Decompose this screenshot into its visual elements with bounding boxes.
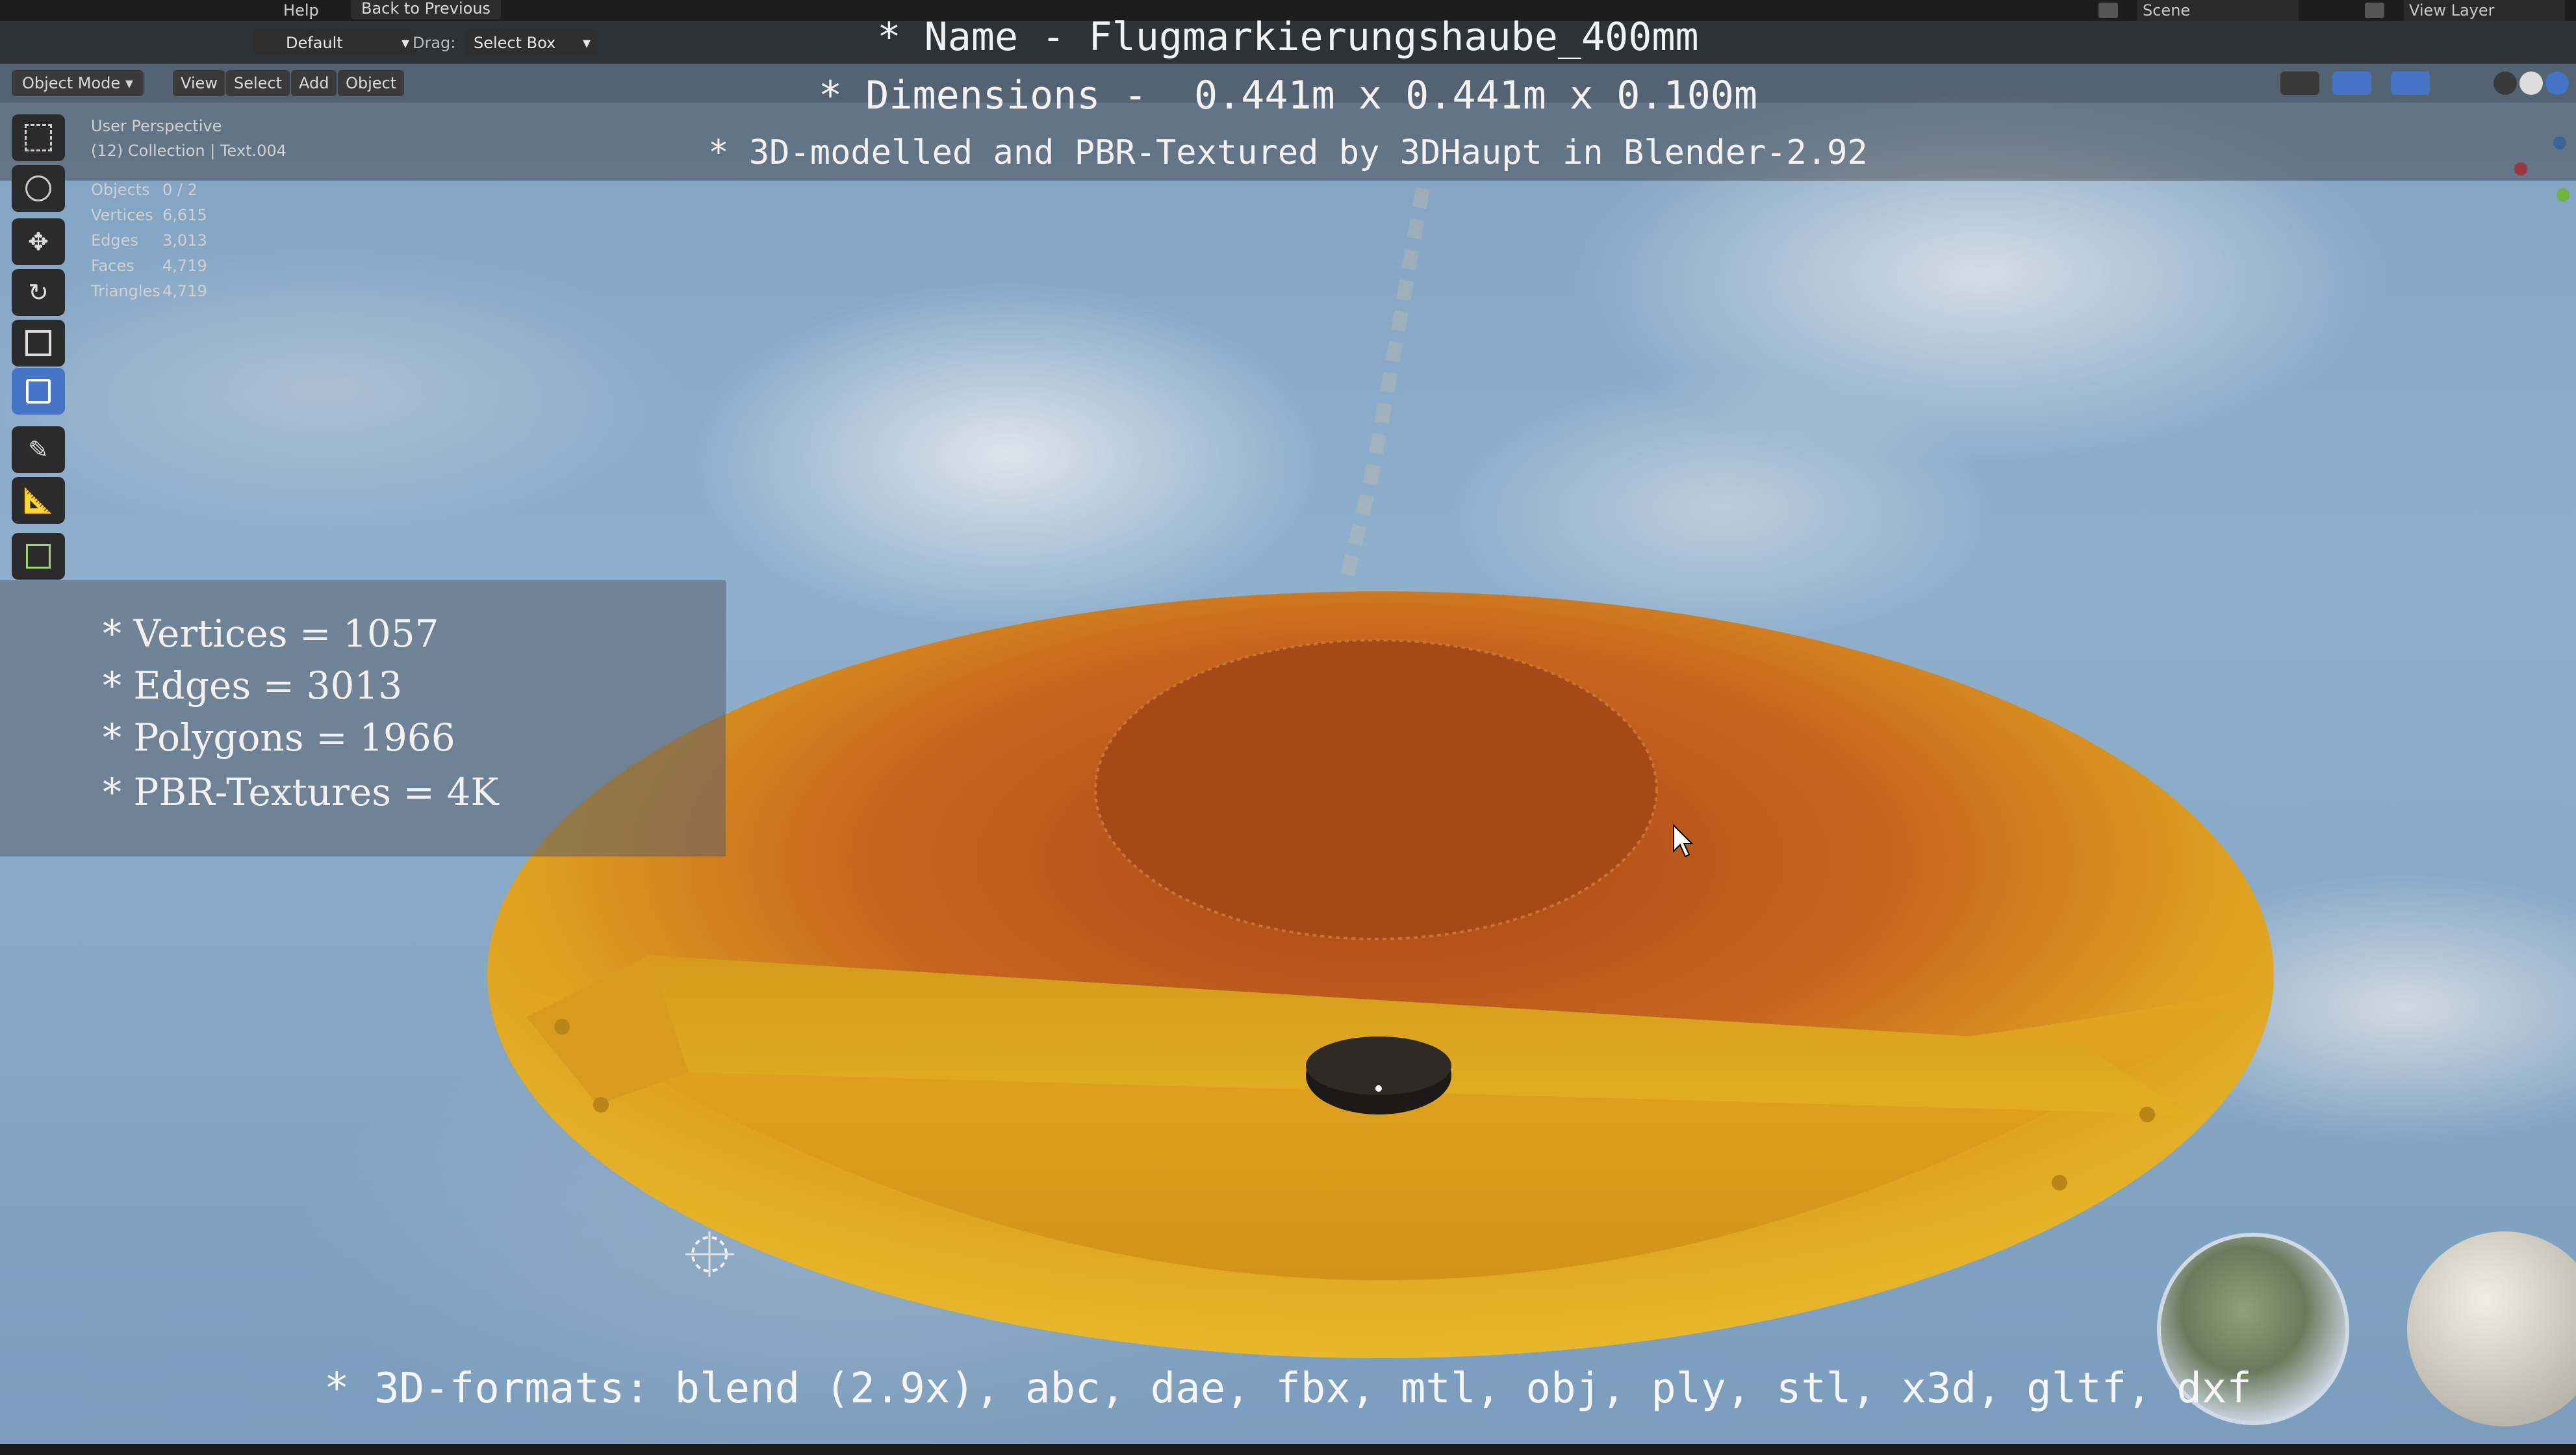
marker-inner-circle	[1094, 639, 1658, 940]
tool-cursor[interactable]	[12, 165, 65, 212]
tool-scale[interactable]	[12, 320, 65, 367]
tool-transform[interactable]	[12, 368, 65, 415]
overlay-dimensions-line: * Dimensions - 0.441m x 0.441m x 0.100m	[819, 73, 1757, 118]
add-cube-icon	[26, 544, 51, 569]
ghost-text-trail	[1338, 187, 1430, 587]
annotate-icon: ✎	[28, 435, 49, 464]
stat-objects-value: 0 / 2	[162, 181, 198, 199]
transform-icon	[26, 379, 51, 404]
info-polygons: * Polygons = 1966	[103, 715, 455, 760]
info-edges: * Edges = 3013	[103, 663, 403, 708]
stat-triangles-value: 4,719	[162, 282, 207, 300]
select-box-icon	[25, 124, 52, 151]
perspective-label: User Perspective	[91, 117, 222, 135]
tool-rotate[interactable]: ↻	[12, 269, 65, 316]
stat-vertices-value: 6,615	[162, 206, 207, 224]
info-textures: * PBR-Textures = 4K	[103, 770, 499, 814]
formats-line: * 3D-formats: blend (2.9x), abc, dae, fb…	[324, 1365, 2252, 1413]
overlay-credit-line: * 3D-modelled and PBR-Textured by 3DHaup…	[708, 133, 1868, 172]
status-bar	[0, 1444, 2576, 1455]
stat-faces-value: 4,719	[162, 257, 207, 275]
rotate-icon: ↻	[28, 278, 49, 307]
tool-measure[interactable]: 📐	[12, 477, 65, 524]
measure-icon: 📐	[23, 485, 54, 515]
collection-label: (12) Collection | Text.004	[91, 142, 287, 160]
model-info-panel: * Vertices = 1057 * Edges = 3013 * Polyg…	[0, 580, 726, 856]
stat-vertices-label: Vertices	[91, 206, 153, 224]
blender-window: Help Back to Previous Scene View Layer D…	[0, 0, 2576, 1455]
tool-move[interactable]: ✥	[12, 218, 65, 265]
info-vertices: * Vertices = 1057	[103, 612, 439, 656]
stat-objects-label: Objects	[91, 181, 150, 199]
stat-edges-value: 3,013	[162, 231, 207, 250]
tool-select-box[interactable]	[12, 114, 65, 161]
scale-icon	[25, 330, 51, 356]
overlay-name-line: * Name - Flugmarkierungshaube_400mm	[877, 14, 1699, 60]
move-icon: ✥	[28, 227, 49, 256]
stat-triangles-label: Triangles	[91, 282, 160, 300]
stat-faces-label: Faces	[91, 257, 134, 275]
tool-annotate[interactable]: ✎	[12, 426, 65, 473]
3d-cursor-icon	[685, 1231, 734, 1277]
tool-add-cube[interactable]	[12, 533, 65, 580]
cursor-icon	[25, 175, 51, 201]
stat-edges-label: Edges	[91, 231, 138, 250]
